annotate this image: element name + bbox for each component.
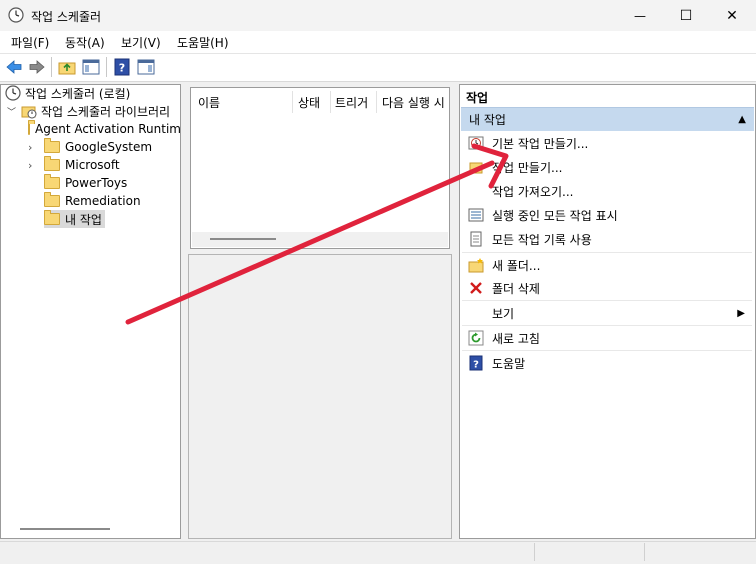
action-view[interactable]: 보기 ▶ [461,301,753,325]
folder-icon [44,210,60,225]
up-folder-icon[interactable] [58,58,76,76]
menu-help[interactable]: 도움말(H) [177,34,229,51]
action-label: 작업 만들기... [492,160,563,175]
action-import-task[interactable]: 작업 가져오기... [461,179,753,203]
menu-bar [0,31,756,53]
menu-file[interactable]: 파일(F) [11,34,49,51]
tree-item-selected[interactable]: 내 작업 [28,210,180,228]
clock-app-icon [8,7,24,23]
folder-icon [44,174,60,189]
chevron-right-icon[interactable]: › [28,159,44,172]
actions-section-header[interactable]: 내 작업 ▲ [461,107,754,131]
actions-section-title: 내 작업 [469,113,506,127]
tree-item-label: Remediation [65,194,141,208]
tree-item-label: PowerToys [65,176,128,190]
action-help[interactable]: ? 도움말 [461,351,753,375]
history-icon [468,231,484,247]
forward-arrow-icon[interactable] [28,58,46,76]
toolbar-separator [106,57,107,77]
tree-root-label: 작업 스케줄러 (로컬) [25,86,131,101]
tree-library[interactable]: ﹀ 작업 스케줄러 라이브러리 [7,102,180,120]
column-header-name[interactable]: 이름 [192,91,298,113]
action-create-task[interactable]: 작업 만들기... [461,155,753,179]
submenu-arrow-icon: ▶ [737,307,745,319]
folder-icon [44,192,60,207]
tree-item-label: Microsoft [65,158,120,172]
folder-icon [44,156,60,171]
action-label: 폴더 삭제 [492,281,540,296]
maximize-button[interactable]: ☐ [663,0,709,31]
show-hide-action-pane-icon[interactable] [137,58,155,76]
tree-item[interactable]: › Microsoft [28,156,180,174]
column-header-trigger[interactable]: 트리거 [331,91,375,113]
action-new-folder[interactable]: 새 폴더... [461,253,753,277]
action-create-basic-task[interactable]: 기본 작업 만들기... [461,131,753,155]
tree-library-label: 작업 스케줄러 라이브러리 [41,104,171,119]
window-title: 작업 스케줄러 [31,10,102,24]
svg-text:?: ? [473,360,479,371]
menu-view[interactable]: 보기(V) [121,34,161,51]
action-enable-all-history[interactable]: 모든 작업 기록 사용 [461,227,753,251]
tree-item-label: 내 작업 [65,212,102,227]
maximize-icon: ☐ [679,7,693,24]
action-label: 기본 작업 만들기... [492,136,589,151]
show-hide-console-tree-icon[interactable] [82,58,100,76]
tree-item[interactable]: Agent Activation Runtime [28,120,180,138]
create-basic-task-icon [468,135,484,151]
status-bar [0,541,756,564]
create-task-icon [468,159,484,175]
back-arrow-icon[interactable] [5,58,23,76]
tree-item[interactable]: › GoogleSystem [28,138,180,156]
tree-item-label: Agent Activation Runtime [35,122,180,136]
task-detail-pane [188,254,452,539]
minimize-button[interactable]: — [617,0,663,31]
column-header-status[interactable]: 상태 [293,91,331,113]
new-folder-icon [468,257,484,273]
tree-item-label: GoogleSystem [65,140,153,154]
clock-icon [5,85,21,101]
svg-text:?: ? [119,62,125,75]
folder-icon [28,120,35,135]
action-label: 모든 작업 기록 사용 [492,232,592,247]
action-label: 도움말 [492,356,526,371]
minimize-icon: — [634,8,646,23]
action-label: 새로 고침 [492,331,540,346]
refresh-icon [468,330,484,346]
collapse-triangle-icon[interactable]: ▲ [738,114,746,125]
action-refresh[interactable]: 새로 고침 [461,326,753,350]
action-show-running-tasks[interactable]: 실행 중인 모든 작업 표시 [461,203,753,227]
help-icon[interactable]: ? [113,58,131,76]
menu-action[interactable]: 동작(A) [65,34,105,51]
tree-root[interactable]: 작업 스케줄러 (로컬) [5,84,180,102]
action-label: 실행 중인 모든 작업 표시 [492,208,618,223]
delete-icon [468,280,484,296]
status-divider [534,543,535,561]
chevron-right-icon[interactable]: › [28,141,44,154]
horizontal-scrollbar-thumb[interactable] [20,528,110,530]
column-header-next-run[interactable]: 다음 실행 시 [377,91,453,113]
toolbar-separator [51,57,52,77]
close-icon: ✕ [726,7,738,24]
tree-item[interactable]: Remediation [28,192,180,210]
chevron-down-icon[interactable]: ﹀ [7,105,19,118]
action-label: 작업 가져오기... [492,184,574,199]
action-delete-folder[interactable]: 폴더 삭제 [461,276,753,300]
actions-header: 작업 [466,91,489,105]
help-icon: ? [468,355,484,371]
action-label: 새 폴더... [492,258,541,273]
running-tasks-icon [468,207,484,223]
tree-item[interactable]: PowerToys [28,174,180,192]
library-folder-clock-icon [21,106,37,119]
status-divider [644,543,645,561]
horizontal-scrollbar-thumb[interactable] [210,238,276,240]
action-label: 보기 [492,306,515,321]
folder-icon [44,138,60,153]
close-button[interactable]: ✕ [709,0,755,31]
